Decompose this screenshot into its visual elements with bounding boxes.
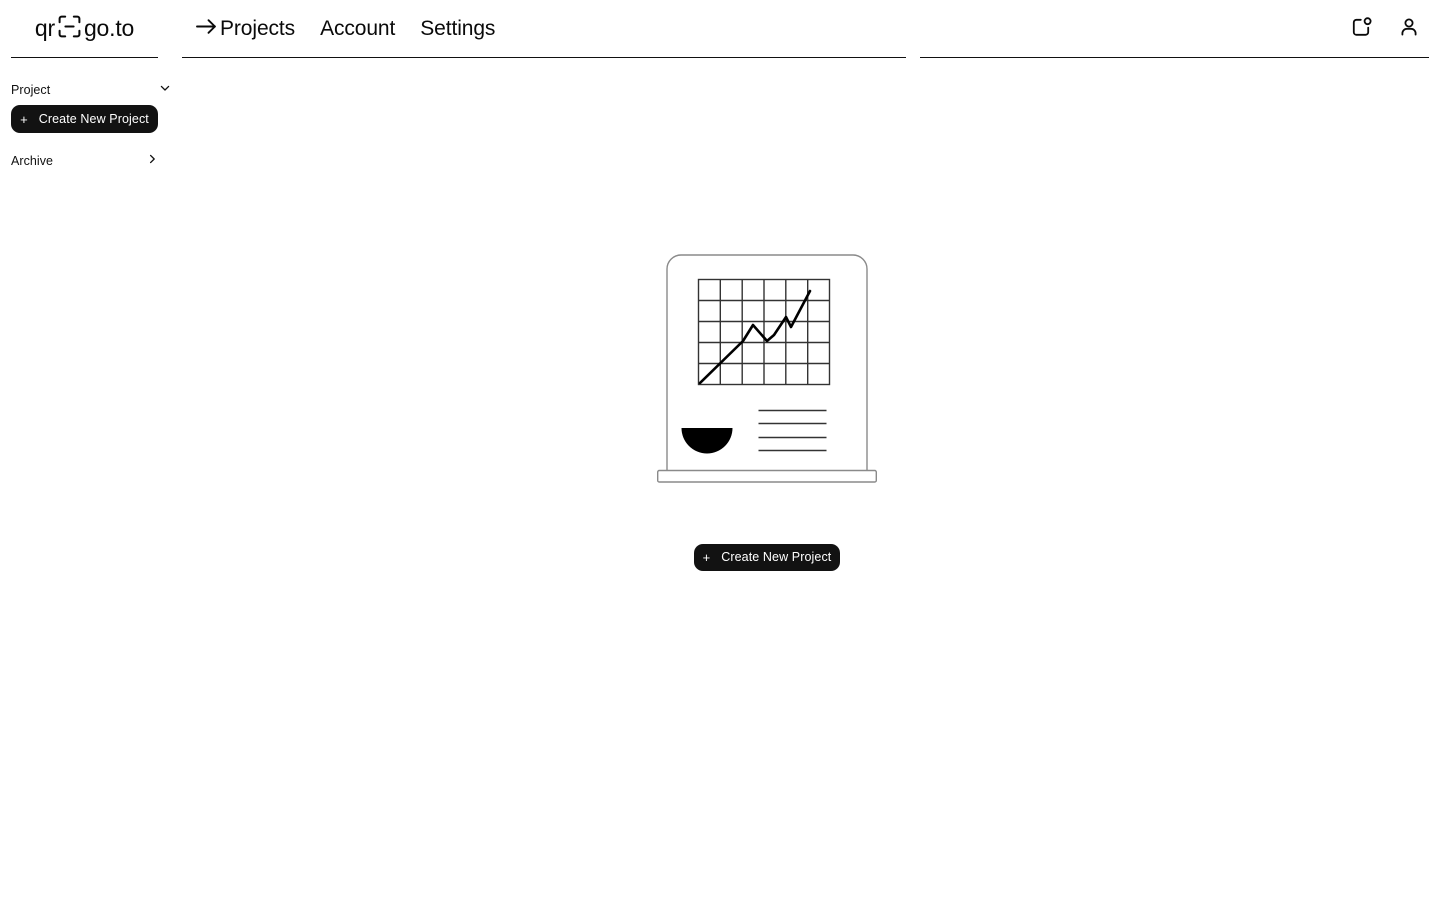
main-nav: Projects Account Settings <box>195 0 495 57</box>
header-right-divider <box>920 57 1429 58</box>
nav-divider <box>182 57 906 58</box>
notifications-button[interactable] <box>1348 16 1374 42</box>
analytics-board-illustration <box>656 249 878 490</box>
user-account-button[interactable] <box>1396 16 1422 42</box>
brand-name-left: qr <box>34 15 55 41</box>
plus-icon: + <box>20 111 28 127</box>
sidebar-label-project: Project <box>11 82 51 97</box>
logo-divider <box>11 57 158 58</box>
arrow-right-icon <box>195 16 218 41</box>
sidebar-create-new-project-button[interactable]: + Create New Project <box>11 105 158 133</box>
nav-label-projects: Projects <box>220 17 296 40</box>
main-create-button-label: Create New Project <box>721 550 832 565</box>
sidebar-item-project[interactable]: Project <box>11 78 171 102</box>
plus-icon: + <box>702 550 711 565</box>
nav-item-projects[interactable]: Projects <box>195 16 295 41</box>
main-create-new-project-button[interactable]: + Create New Project <box>694 544 840 571</box>
header-actions <box>1348 0 1422 57</box>
app-header: qr go.to Projects Account Settings <box>0 0 1440 64</box>
nav-label-settings: Settings <box>420 17 496 40</box>
qr-scan-icon <box>57 14 82 44</box>
sidebar: Project + Create New Project Archive <box>0 64 182 900</box>
nav-label-account: Account <box>320 17 396 40</box>
sidebar-label-archive: Archive <box>11 153 54 168</box>
brand-logo[interactable]: qr go.to <box>11 0 158 57</box>
main-content: + Create New Project <box>182 64 1440 900</box>
projects-empty-state: + Create New Project <box>182 64 1352 571</box>
nav-item-settings[interactable]: Settings <box>420 18 495 39</box>
nav-item-account[interactable]: Account <box>320 18 395 39</box>
app-root: qr go.to Projects Account Settings Proje… <box>0 0 1440 900</box>
chevron-down-icon <box>159 81 171 99</box>
sidebar-item-archive[interactable]: Archive <box>11 149 158 173</box>
sidebar-create-button-label: Create New Project <box>38 111 149 126</box>
brand-name-right: go.to <box>83 15 135 41</box>
notifications-icon <box>1349 15 1373 42</box>
user-account-icon <box>1397 15 1421 42</box>
chevron-right-icon <box>146 152 158 170</box>
